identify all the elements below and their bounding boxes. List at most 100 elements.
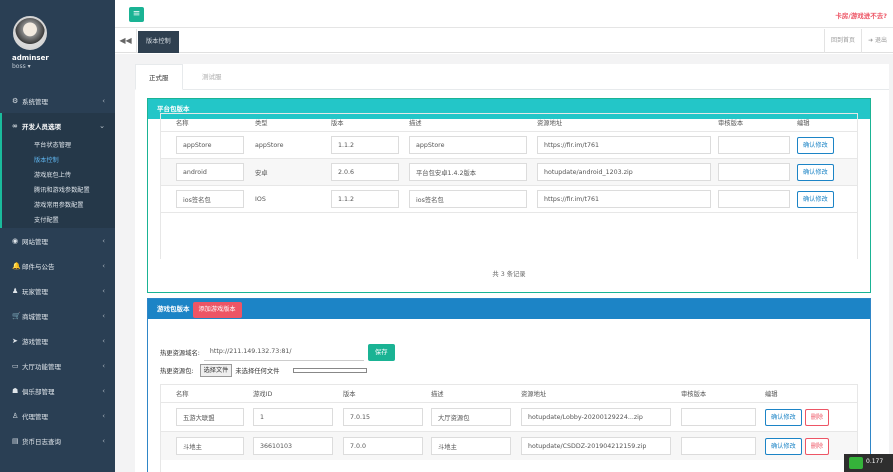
chevron-left-icon: ‹ — [102, 336, 105, 345]
sidebar-subitem-version-control[interactable]: 版本控制 — [2, 153, 115, 168]
game-id-field[interactable]: 1 — [253, 408, 333, 426]
desc-field[interactable]: 大厅资源包 — [431, 408, 511, 426]
topbar: ≡ 卡房/游戏进不去? — [115, 0, 893, 28]
save-button[interactable]: 保存 — [367, 343, 395, 361]
url-field[interactable]: https://fir.im/t761 — [537, 136, 711, 154]
version-field[interactable]: 7.0.15 — [343, 408, 423, 426]
menu-toggle-button[interactable]: ≡ — [129, 7, 144, 22]
confirm-edit-button[interactable]: 确认修改 — [797, 136, 834, 154]
audit-version-field[interactable] — [681, 408, 756, 426]
chevron-left-icon: ‹ — [102, 286, 105, 295]
sidebar-subitem-package-upload[interactable]: 游戏底包上传 — [2, 168, 115, 183]
sidebar-subitem-platform-status[interactable]: 平台状态管理 — [2, 138, 115, 153]
sidebar-item-agent[interactable]: ♙ 代理管理 ‹ — [0, 403, 115, 428]
confirm-edit-button[interactable]: 确认修改 — [797, 190, 834, 208]
name-field[interactable]: android — [176, 163, 244, 181]
url-field[interactable]: hotupdate/CSDDZ-201904212159.zip — [521, 437, 671, 455]
game-id-field[interactable]: 36610103 — [253, 437, 333, 455]
game-panel: 游戏包版本 添加游戏版本 热更资源域名: http://211.149.132.7… — [147, 298, 871, 472]
desc-field[interactable]: 平台包安卓1.4.2版本 — [409, 163, 527, 181]
version-card: 正式服 测试服 平台包版本 名称 类型 版本 描述 资源地址 审核版本 编辑 a… — [135, 64, 889, 472]
version-field[interactable]: 7.0.0 — [343, 437, 423, 455]
chevron-left-icon: ‹ — [102, 311, 105, 320]
table-row: 五游大联盟 1 7.0.15 大厅资源包 hotupdate/Lobby-202… — [161, 402, 857, 431]
platform-panel: 平台包版本 名称 类型 版本 描述 资源地址 审核版本 编辑 appStore … — [147, 98, 871, 293]
delete-button[interactable]: 删除 — [804, 437, 830, 455]
confirm-edit-button[interactable]: 确认修改 — [765, 408, 802, 426]
audit-version-field[interactable] — [718, 190, 790, 208]
sidebar-subitem-game-params[interactable]: 游戏常用参数配置 — [2, 198, 115, 213]
type-cell: appStore — [255, 141, 284, 149]
tab-scroll-left-icon[interactable]: ◀◀ — [115, 29, 137, 53]
name-field[interactable]: 斗地主 — [176, 437, 244, 455]
username: adminser — [12, 54, 49, 62]
choose-file-button[interactable]: 选择文件 — [199, 364, 233, 377]
sidebar-item-developer[interactable]: ∞ 开发人员选项 ⌄ — [0, 113, 115, 138]
table-header: 名称 游戏ID 版本 描述 资源地址 审核版本 编辑 — [161, 385, 857, 402]
sidebar-item-system[interactable]: ⚙ 系统管理 ‹ — [0, 88, 115, 113]
sidebar: adminser boss ▾ ⚙ 系统管理 ‹ ∞ 开发人员选项 ⌄ 平台状态管理 版… — [0, 0, 115, 472]
version-field[interactable]: 2.0.6 — [331, 163, 399, 181]
delete-button[interactable]: 删除 — [804, 408, 830, 426]
sidebar-item-club[interactable]: ☗ 俱乐部管理 ‹ — [0, 378, 115, 403]
tab-test-server[interactable]: 测试服 — [189, 64, 235, 90]
send-icon: ➤ — [12, 336, 18, 345]
sidebar-item-label: 系统管理 — [22, 97, 48, 106]
room-help-link[interactable]: 卡房/游戏进不去? — [835, 10, 887, 20]
audit-version-field[interactable] — [681, 437, 756, 455]
hot-domain-input[interactable]: http://211.149.132.73:81/ — [203, 343, 364, 361]
hot-domain-label: 热更资源域名: — [160, 349, 200, 357]
table-header: 名称 类型 版本 描述 资源地址 审核版本 编辑 — [161, 114, 857, 131]
url-field[interactable]: https://fir.im/t761 — [537, 190, 711, 208]
network-speed-text: 0.177 — [866, 458, 884, 465]
sidebar-item-currency-log[interactable]: ▤ 货币日志查询 ‹ — [0, 428, 115, 453]
audit-version-field[interactable] — [718, 136, 790, 154]
url-field[interactable]: hotupdate/android_1203.zip — [537, 163, 711, 181]
version-field[interactable]: 1.1.2 — [331, 136, 399, 154]
user-role-dropdown[interactable]: boss ▾ — [12, 63, 31, 70]
sidebar-subitem-payment[interactable]: 支付配置 — [2, 213, 115, 228]
sidebar-subitem-tencent-config[interactable]: 腾讯和游戏参数配置 — [2, 183, 115, 198]
hot-package-row: 热更资源包: 选择文件 未选择任何文件 — [160, 364, 368, 377]
record-count: 共 3 条记录 — [492, 271, 526, 278]
sidebar-item-label: 开发人员选项 — [22, 122, 61, 131]
tab-version-control[interactable]: 版本控制 — [138, 31, 179, 53]
add-game-version-button[interactable]: 添加游戏版本 — [192, 302, 242, 318]
desc-field[interactable]: 斗地主 — [431, 437, 511, 455]
home-link[interactable]: 回到首页 — [824, 29, 861, 53]
table-empty-row — [161, 212, 857, 259]
developer-submenu: 平台状态管理 版本控制 游戏底包上传 腾讯和游戏参数配置 游戏常用参数配置 支付… — [0, 138, 115, 228]
name-field[interactable]: ios签名包 — [176, 190, 244, 208]
logout-link[interactable]: ➜ 退出 — [861, 29, 893, 53]
confirm-edit-button[interactable]: 确认修改 — [797, 163, 834, 181]
sidebar-item-lobby[interactable]: ▭ 大厅功能管理 ‹ — [0, 353, 115, 378]
sidebar-item-website[interactable]: ◉ 网站管理 ‹ — [0, 228, 115, 253]
network-speed-icon[interactable] — [849, 457, 863, 469]
version-field[interactable]: 1.1.2 — [331, 190, 399, 208]
url-field[interactable]: hotupdate/Lobby-20200129224...zip — [521, 408, 671, 426]
sidebar-item-mail[interactable]: 🔔 邮件与公告 ‹ — [0, 253, 115, 278]
confirm-edit-button[interactable]: 确认修改 — [765, 437, 802, 455]
sidebar-item-label: 货币日志查询 — [22, 437, 61, 446]
sidebar-item-players[interactable]: ♟ 玩家管理 ‹ — [0, 278, 115, 303]
sidebar-item-shop[interactable]: 🛒 商城管理 ‹ — [0, 303, 115, 328]
desc-field[interactable]: appStore — [409, 136, 527, 154]
tab-formal-server[interactable]: 正式服 — [135, 64, 183, 90]
user-icon: ♟ — [12, 286, 19, 295]
log-icon: ▤ — [12, 436, 19, 445]
column-header: 名称 — [176, 391, 189, 398]
desc-field[interactable]: ios签名包 — [409, 190, 527, 208]
sidebar-item-label: 大厅功能管理 — [22, 362, 61, 371]
tabbar: ◀◀ 版本控制 回到首页 ➜ 退出 — [115, 29, 893, 53]
avatar[interactable] — [13, 16, 47, 50]
sidebar-item-label: 玩家管理 — [22, 287, 48, 296]
monitor-icon: ▭ — [12, 361, 19, 370]
tab-actions: 回到首页 ➜ 退出 — [824, 29, 893, 53]
name-field[interactable]: appStore — [176, 136, 244, 154]
audit-version-field[interactable] — [718, 163, 790, 181]
name-field[interactable]: 五游大联盟 — [176, 408, 244, 426]
globe-icon: ◉ — [12, 236, 19, 245]
game-table: 名称 游戏ID 版本 描述 资源地址 审核版本 编辑 五游大联盟 1 7.0.1… — [160, 384, 858, 472]
sidebar-item-games[interactable]: ➤ 游戏管理 ‹ — [0, 328, 115, 353]
system-tray: 0.177 — [844, 454, 893, 472]
